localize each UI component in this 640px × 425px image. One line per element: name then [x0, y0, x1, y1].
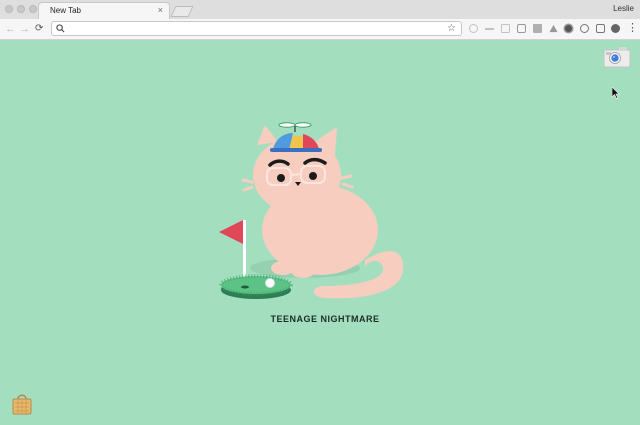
minimize-window-button[interactable] — [17, 5, 25, 13]
extension-icon-3[interactable] — [501, 24, 510, 33]
search-icon — [56, 24, 65, 33]
tab-new-tab[interactable]: New Tab × — [38, 2, 170, 20]
tab-close-icon[interactable]: × — [158, 5, 163, 15]
address-bar[interactable]: ☆ — [51, 21, 462, 36]
account-extension-icon[interactable] — [611, 24, 620, 33]
camera-extension-icon[interactable] — [517, 24, 526, 33]
drive-icon[interactable] — [549, 24, 558, 33]
forward-icon[interactable]: → — [19, 22, 30, 36]
back-icon[interactable]: ← — [5, 22, 16, 36]
extension-icon-2[interactable] — [485, 28, 494, 30]
artwork-title[interactable]: TEENAGE NIGHTMARE — [200, 314, 450, 324]
shopping-bag-icon[interactable] — [12, 393, 32, 415]
settings-extension-icon[interactable] — [580, 24, 589, 33]
extension-icon-5[interactable] — [533, 24, 542, 33]
maximize-window-button[interactable] — [29, 5, 37, 13]
mouse-cursor-icon — [612, 87, 620, 99]
close-window-button[interactable] — [5, 5, 13, 13]
play-extension-icon[interactable] — [596, 24, 605, 33]
reload-icon[interactable]: ⟳ — [35, 22, 43, 36]
cat-golf-illustration — [219, 122, 404, 299]
tab-strip: New Tab × Leslie — [0, 0, 640, 20]
new-tab-button[interactable] — [170, 6, 194, 17]
tab-title: New Tab — [50, 6, 81, 15]
address-input[interactable] — [68, 23, 438, 34]
menu-icon[interactable]: ⋮ — [627, 22, 638, 34]
browser-toolbar: ← → ⟳ ☆ — [0, 19, 640, 40]
extension-icon-7[interactable] — [565, 25, 572, 32]
bookmark-star-icon[interactable]: ☆ — [447, 22, 456, 35]
camera-icon[interactable] — [603, 46, 631, 68]
profile-name[interactable]: Leslie — [613, 4, 634, 13]
extension-icon-1[interactable] — [469, 24, 478, 33]
